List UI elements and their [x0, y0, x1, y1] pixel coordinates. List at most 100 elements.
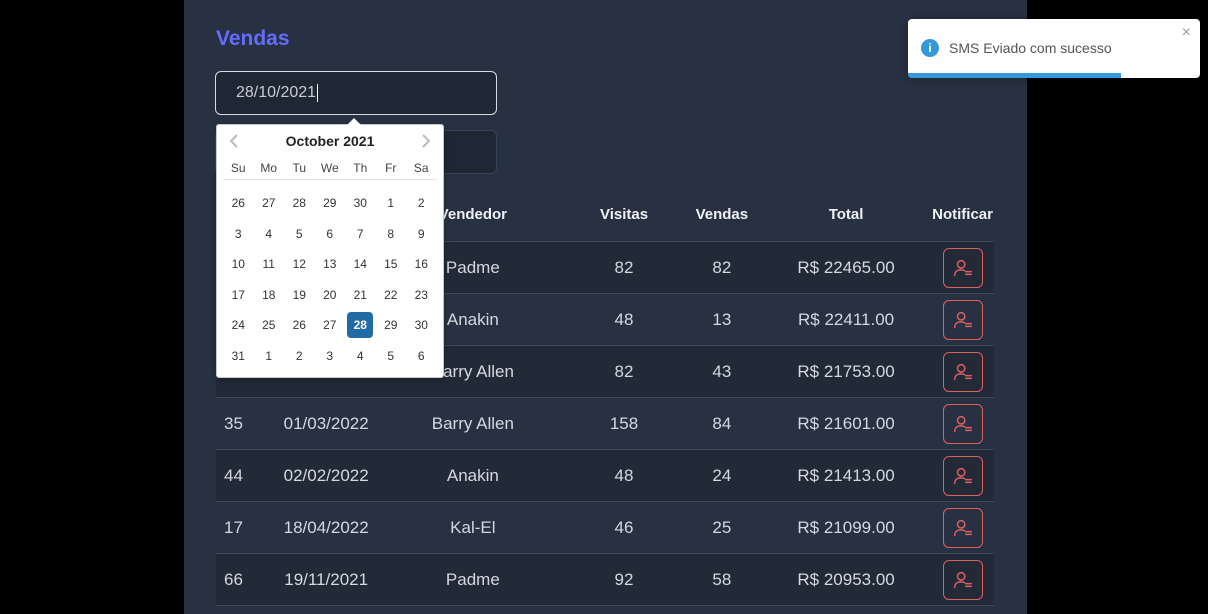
calendar-day[interactable]: 9 — [406, 219, 437, 250]
calendar-day[interactable]: 12 — [284, 249, 315, 280]
calendar-day[interactable]: 22 — [376, 280, 407, 311]
calendar-day[interactable]: 2 — [406, 188, 437, 219]
calendar-day[interactable]: 31 — [223, 341, 254, 372]
calendar-day[interactable]: 6 — [315, 219, 346, 250]
notify-button[interactable] — [942, 247, 983, 288]
user-notify-icon — [953, 363, 972, 380]
notify-button[interactable] — [942, 507, 983, 548]
user-notify-icon — [953, 259, 972, 276]
calendar-day[interactable]: 10 — [223, 249, 254, 280]
weekday-label: Fr — [385, 161, 397, 175]
calendar-week: 17 18 19 20 21 22 23 — [223, 280, 437, 311]
calendar-day[interactable]: 27 — [315, 310, 346, 341]
calendar-day[interactable]: 28 — [284, 188, 315, 219]
cell-sales: 43 — [682, 345, 762, 398]
calendar-day[interactable]: 7 — [345, 219, 376, 250]
cell-sales: 25 — [682, 501, 762, 554]
calendar-day[interactable]: 20 — [315, 280, 346, 311]
notify-button[interactable] — [942, 559, 983, 600]
calendar-day[interactable]: 21 — [345, 280, 376, 311]
calendar-day[interactable]: 1 — [376, 188, 407, 219]
calendar-week: 31 1 2 3 4 5 6 — [223, 341, 437, 372]
calendar-day[interactable]: 3 — [315, 341, 346, 372]
calendar-day[interactable]: 3 — [223, 219, 254, 250]
calendar-day-selected[interactable]: 28 — [347, 312, 374, 338]
cell-notify — [931, 449, 994, 502]
cell-date: 01/03/2022 — [271, 397, 381, 450]
cell-notify — [931, 345, 994, 398]
table-row: 35 01/03/2022 Barry Allen 158 84 R$ 21601.00 — [216, 397, 994, 450]
calendar-day[interactable]: 8 — [376, 219, 407, 250]
notify-button[interactable] — [942, 299, 983, 340]
calendar-day[interactable]: 13 — [315, 249, 346, 280]
calendar-day[interactable]: 29 — [315, 188, 346, 219]
cell-visits: 82 — [565, 345, 683, 398]
calendar-day[interactable]: 2 — [284, 341, 315, 372]
cell-visits: 46 — [565, 501, 683, 554]
next-month-button[interactable] — [415, 131, 435, 151]
calendar-header: October 2021 — [217, 125, 443, 157]
calendar-day[interactable]: 24 — [223, 310, 254, 341]
calendar-day[interactable]: 30 — [345, 188, 376, 219]
page-title: Vendas — [216, 27, 290, 50]
col-header-total: Total — [761, 188, 932, 242]
cell-seller: Kal-El — [380, 501, 566, 554]
date-input-value: 28/10/2021 — [236, 84, 317, 101]
calendar-day[interactable]: 15 — [376, 249, 407, 280]
calendar-day[interactable]: 30 — [406, 310, 437, 341]
chevron-right-icon — [422, 134, 431, 148]
calendar-day[interactable]: 14 — [345, 249, 376, 280]
user-notify-icon — [953, 467, 972, 484]
table-row: 17 18/04/2022 Kal-El 46 25 R$ 21099.00 — [216, 501, 994, 554]
cell-sales: 58 — [682, 553, 762, 606]
cell-notify — [931, 293, 994, 346]
cell-total: R$ 20953.00 — [761, 553, 932, 606]
calendar-day[interactable]: 26 — [284, 310, 315, 341]
calendar-day[interactable]: 17 — [223, 280, 254, 311]
cell-visits: 48 — [565, 293, 683, 346]
calendar-day[interactable]: 23 — [406, 280, 437, 311]
calendar-week: 24 25 26 27 28 29 30 — [223, 310, 437, 341]
date-input[interactable]: 28/10/2021 — [215, 71, 497, 115]
notify-button[interactable] — [942, 351, 983, 392]
cell-notify — [931, 553, 994, 606]
cell-seller: Padme — [380, 553, 566, 606]
cell-total: R$ 21099.00 — [761, 501, 932, 554]
user-notify-icon — [953, 571, 972, 588]
calendar-day[interactable]: 29 — [376, 310, 407, 341]
calendar-day[interactable]: 1 — [254, 341, 285, 372]
calendar-day[interactable]: 25 — [254, 310, 285, 341]
cell-notify — [931, 397, 994, 450]
cell-id: 44 — [216, 449, 272, 502]
calendar-day[interactable]: 18 — [254, 280, 285, 311]
toast-message: SMS Eviado com sucesso — [949, 40, 1112, 56]
cell-notify — [931, 501, 994, 554]
calendar-day[interactable]: 16 — [406, 249, 437, 280]
weekday-row: Su Mo Tu We Th Fr Sa — [223, 157, 437, 180]
calendar-day[interactable]: 6 — [406, 341, 437, 372]
notify-button[interactable] — [942, 455, 983, 496]
user-notify-icon — [953, 311, 972, 328]
toast-close-button[interactable]: × — [1182, 24, 1191, 42]
calendar-day[interactable]: 4 — [254, 219, 285, 250]
calendar-day[interactable]: 19 — [284, 280, 315, 311]
cell-date: 18/04/2022 — [271, 501, 381, 554]
cell-total: R$ 22411.00 — [761, 293, 932, 346]
notify-button[interactable] — [942, 403, 983, 444]
date-picker-popup: October 2021 Su Mo Tu We Th Fr Sa 26 27 28 29 30 1 2 3… — [216, 118, 444, 378]
calendar-day[interactable]: 27 — [254, 188, 285, 219]
col-header-notify: Notificar — [931, 188, 994, 242]
weekday-label: Su — [230, 161, 246, 175]
calendar-day[interactable]: 11 — [254, 249, 285, 280]
cell-notify — [931, 241, 994, 294]
calendar-day[interactable]: 5 — [284, 219, 315, 250]
calendar-month-label: October 2021 — [285, 133, 375, 149]
cell-visits: 82 — [565, 241, 683, 294]
col-header-visits: Visitas — [565, 188, 683, 242]
calendar-day[interactable]: 4 — [345, 341, 376, 372]
calendar-day[interactable]: 26 — [223, 188, 254, 219]
calendar-day[interactable]: 5 — [376, 341, 407, 372]
user-notify-icon — [953, 415, 972, 432]
popup-arrow — [347, 118, 361, 125]
cell-seller: Anakin — [380, 449, 566, 502]
